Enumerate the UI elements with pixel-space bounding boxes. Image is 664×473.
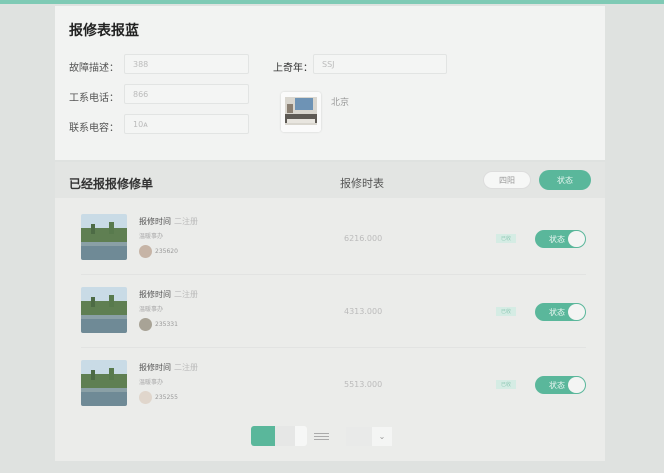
phone-input[interactable] (124, 84, 249, 104)
avatar (139, 391, 152, 404)
avatar (139, 245, 152, 258)
row-time-label: 报修时间 (139, 217, 171, 226)
page-button[interactable] (275, 426, 295, 446)
row-time-sub: 二注册 (174, 363, 198, 372)
row-photo (81, 287, 127, 333)
status-toggle[interactable]: 状态 (535, 230, 586, 248)
list-column-title: 报修时表 (340, 177, 384, 190)
lake-photo-icon (81, 214, 127, 260)
row-desc: 温暖事办 (139, 379, 164, 386)
page-button-active[interactable] (251, 426, 275, 446)
avatar (139, 318, 152, 331)
contact-input[interactable] (124, 114, 249, 134)
row-time: 报修时间 二注册 (139, 362, 198, 373)
row-time-sub: 二注册 (174, 290, 198, 299)
toggle-knob (568, 304, 585, 320)
room-photo-icon (281, 92, 321, 132)
row-user: 235620 (155, 248, 178, 255)
toggle-label: 状态 (549, 308, 565, 317)
repair-form-panel: 报修表报蓝 故障描述： 工系电话： 联系电容： 上奇年： 北京 (55, 6, 605, 160)
row-time: 报修时间 二注册 (139, 216, 198, 227)
chevron-down-icon[interactable]: ⌄ (372, 427, 392, 446)
fault-desc-label: 故障描述： (69, 63, 119, 74)
row-user: 235255 (155, 394, 178, 401)
row-time-label: 报修时间 (139, 290, 171, 299)
row-desc: 温暖事办 (139, 306, 164, 313)
toggle-knob (568, 231, 585, 247)
row-number: 4313.000 (344, 307, 383, 316)
repair-list-panel: 已经报报修修单 报修时表 四阳 状态 报修时间 二注册 温暖事办 235620 6… (55, 162, 605, 461)
upload-thumbnail[interactable] (281, 92, 321, 132)
status-toggle[interactable]: 状态 (535, 376, 586, 394)
menu-lines-icon[interactable] (314, 433, 329, 441)
status-toggle[interactable]: 状态 (535, 303, 586, 321)
thumbnail-location: 北京 (331, 98, 350, 108)
toggle-knob (568, 377, 585, 393)
row-number: 6216.000 (344, 234, 383, 243)
row-number: 5513.000 (344, 380, 383, 389)
row-photo (81, 214, 127, 260)
row-time-sub: 二注册 (174, 217, 198, 226)
status-badge: 已收 (496, 307, 516, 316)
list-header: 已经报报修修单 报修时表 四阳 状态 (55, 162, 605, 198)
row-time-label: 报修时间 (139, 363, 171, 372)
phone-label: 工系电话： (69, 93, 119, 104)
back-button[interactable]: 四阳 (483, 171, 531, 189)
list-title: 已经报报修修单 (69, 177, 154, 191)
lake-photo-icon (81, 287, 127, 333)
status-badge: 已收 (496, 380, 516, 389)
status-badge: 已收 (496, 234, 516, 243)
form-title: 报修表报蓝 (69, 23, 139, 39)
top-accent-bar (0, 0, 664, 4)
contact-label: 联系电容： (69, 123, 119, 134)
list-item[interactable]: 报修时间 二注册 温暖事办 235255 5513.000 已收 状态 (55, 346, 605, 418)
toggle-label: 状态 (549, 381, 565, 390)
year-label: 上奇年： (273, 63, 313, 74)
row-user: 235331 (155, 321, 178, 328)
year-input[interactable] (313, 54, 447, 74)
lake-photo-icon (81, 360, 127, 406)
status-button[interactable]: 状态 (539, 170, 591, 190)
row-desc: 温暖事办 (139, 233, 164, 240)
list-item[interactable]: 报修时间 二注册 温暖事办 235331 4313.000 已收 状态 (55, 273, 605, 345)
page-size-select[interactable]: ⌄ (346, 427, 392, 446)
row-photo (81, 360, 127, 406)
page-button-end[interactable] (295, 426, 307, 446)
toggle-label: 状态 (549, 235, 565, 244)
row-time: 报修时间 二注册 (139, 289, 198, 300)
list-item[interactable]: 报修时间 二注册 温暖事办 235620 6216.000 已收 状态 (55, 200, 605, 272)
fault-desc-input[interactable] (124, 54, 249, 74)
